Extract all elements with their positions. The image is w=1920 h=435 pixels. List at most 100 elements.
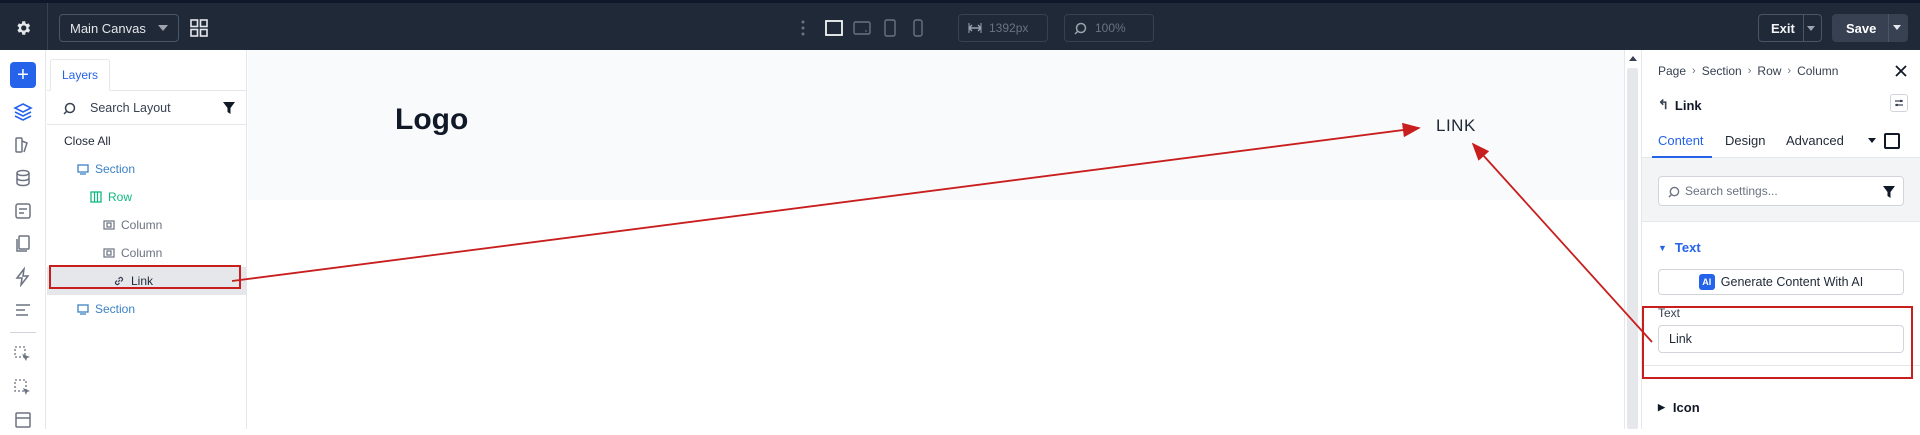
close-all-button[interactable]: Close All (47, 127, 247, 155)
element-title: ↰ Link (1658, 97, 1702, 113)
ai-icon: AI (1698, 274, 1715, 290)
settings-search-input[interactable]: Search settings... (1658, 176, 1904, 206)
top-toolbar: Main Canvas 1392px 100% Exit Save (0, 0, 1920, 53)
zoom-value: 100% (1095, 21, 1126, 35)
layers-search[interactable]: Search Layout (47, 91, 247, 125)
group-text-header[interactable]: ▼ Text (1658, 240, 1701, 255)
chevron-down-icon[interactable] (1807, 26, 1815, 31)
template-icon[interactable] (13, 410, 33, 430)
layer-item-label: Row (108, 190, 133, 204)
breadcrumb-item[interactable]: Page (1658, 64, 1686, 78)
zoom-field[interactable]: 100% (1064, 14, 1154, 42)
save-label: Save (1846, 20, 1877, 36)
save-button[interactable]: Save (1832, 14, 1908, 42)
chevron-down-icon[interactable] (1868, 138, 1876, 143)
rail-divider (10, 332, 36, 333)
element-title-label: Link (1674, 97, 1702, 113)
add-element-button[interactable]: + (10, 62, 36, 88)
exit-button[interactable]: Exit (1758, 14, 1822, 42)
tab-advanced[interactable]: Advanced (1786, 133, 1844, 148)
caret-down-icon: ▼ (1658, 242, 1667, 253)
search-icon (1668, 186, 1680, 198)
scroll-up-icon[interactable] (1629, 56, 1637, 61)
column-icon (103, 220, 115, 230)
close-icon[interactable] (1894, 64, 1908, 78)
canvas-logo[interactable]: Logo (395, 103, 468, 137)
text-field-highlight (1642, 306, 1913, 379)
chevron-down-icon (158, 25, 168, 31)
chevron-down-icon[interactable] (1893, 25, 1901, 30)
breadcrumb-item[interactable]: Row (1757, 64, 1781, 78)
group-icon-label: Icon (1672, 400, 1700, 415)
pages-icon[interactable] (13, 234, 33, 254)
back-arrow-icon[interactable]: ↰ (1658, 97, 1669, 113)
form-icon[interactable] (13, 201, 33, 221)
canvas-width-value: 1392px (989, 21, 1029, 35)
close-all-label: Close All (64, 134, 111, 148)
panel-tabs: Content Design Advanced (1642, 122, 1920, 158)
zoom-search-icon (1074, 22, 1087, 35)
tab-content[interactable]: Content (1658, 133, 1704, 148)
canvas-scrollbar[interactable] (1624, 50, 1640, 429)
settings-search-area: Search settings... (1642, 158, 1920, 222)
desktop-view-icon[interactable] (823, 18, 845, 38)
breadcrumb-item[interactable]: Section (1702, 64, 1742, 78)
layer-item-column[interactable]: Column (47, 211, 247, 239)
breadcrumb-item[interactable]: Column (1797, 64, 1838, 78)
layers-search-input[interactable]: Search Layout (90, 101, 171, 115)
layer-item-section[interactable]: Section (47, 295, 247, 323)
width-arrows-icon (968, 23, 982, 33)
selected-layer-highlight (49, 265, 241, 289)
mobile-view-icon[interactable] (907, 18, 929, 38)
toolbar-divider (47, 3, 48, 53)
device-toolbar: 1392px 100% (800, 14, 1154, 42)
list-settings-icon[interactable] (13, 300, 33, 320)
left-rail: + (0, 50, 46, 429)
filter-icon[interactable] (1883, 186, 1895, 198)
expand-panel-icon[interactable] (1884, 133, 1900, 149)
layer-item-label: Section (95, 302, 136, 316)
canvas-link[interactable]: LINK (1436, 116, 1476, 136)
chevron-right-icon: › (1747, 65, 1752, 77)
layer-item-column[interactable]: Column (47, 239, 247, 267)
layers-icon[interactable] (13, 102, 33, 122)
generate-ai-label: Generate Content With AI (1720, 275, 1864, 289)
search-icon (63, 102, 76, 115)
canvas-width-field[interactable]: 1392px (958, 14, 1048, 42)
tab-layers[interactable]: Layers (50, 59, 110, 91)
settings-search-placeholder: Search settings... (1685, 184, 1778, 198)
chevron-right-icon: › (1787, 65, 1792, 77)
exit-label: Exit (1771, 20, 1795, 36)
tablet-landscape-icon[interactable] (851, 18, 873, 38)
caret-right-icon: ▶ (1658, 402, 1665, 412)
section-icon (77, 304, 89, 315)
lightning-icon[interactable] (13, 266, 33, 288)
row-icon (90, 191, 102, 203)
database-icon[interactable] (13, 168, 33, 188)
generate-ai-button[interactable]: AI Generate Content With AI (1658, 269, 1904, 295)
breadcrumb: Page › Section › Row › Column (1658, 64, 1838, 78)
grid-icon[interactable] (190, 19, 208, 37)
chevron-right-icon: › (1692, 65, 1696, 77)
styles-icon[interactable] (13, 135, 33, 155)
filter-icon[interactable] (223, 102, 235, 114)
tab-design[interactable]: Design (1725, 133, 1765, 148)
save-split-divider (1888, 14, 1889, 42)
layer-item-row[interactable]: Row (47, 183, 247, 211)
scrollbar-thumb[interactable] (1627, 68, 1638, 429)
element-options-icon[interactable] (1890, 94, 1908, 112)
tablet-portrait-icon[interactable] (879, 18, 901, 38)
layer-item-label: Column (121, 246, 163, 260)
group-icon-header[interactable]: ▶ Icon (1658, 400, 1700, 415)
settings-gear-icon[interactable] (12, 17, 34, 39)
multi-select-icon[interactable] (13, 378, 33, 398)
pointer-icon[interactable] (13, 345, 33, 365)
group-text-label: Text (1674, 240, 1701, 255)
layer-item-label: Section (95, 162, 136, 176)
layer-item-section[interactable]: Section (47, 155, 247, 183)
layers-panel: Layers Search Layout Close All Section R… (47, 50, 247, 429)
canvas-select[interactable]: Main Canvas (59, 14, 179, 42)
more-dots-icon[interactable] (800, 19, 806, 37)
exit-split-divider (1803, 15, 1804, 41)
canvas-select-value: Main Canvas (70, 20, 146, 36)
